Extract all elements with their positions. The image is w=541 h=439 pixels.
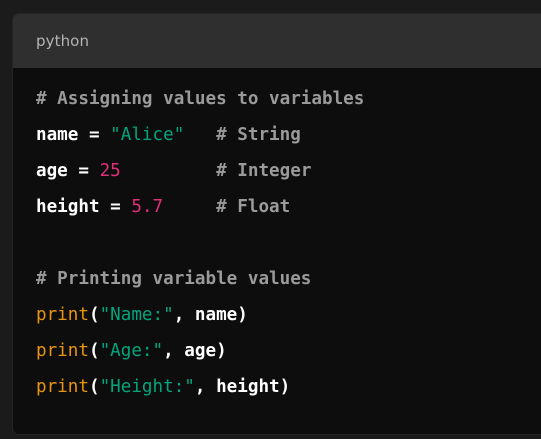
language-label: python [36, 32, 90, 50]
code-token-builtin: print [36, 305, 89, 325]
code-line: height = 5.7 # Float [36, 196, 290, 218]
code-token-op: = [78, 125, 111, 145]
code-token-punct: ( [88, 305, 100, 325]
code-token-builtin: print [36, 341, 89, 361]
code-token-op: = [99, 197, 132, 217]
code-line: age = 25 # Integer [36, 160, 311, 182]
code-token-comment: # Assigning values to variables [36, 89, 365, 109]
code-line: print("Height:", height) [36, 376, 290, 398]
code-line: name = "Alice" # String [36, 124, 301, 146]
code-token-string: "Age:" [99, 341, 164, 361]
code-token-punct: ( [88, 377, 100, 397]
code-token-punct: , name) [173, 305, 248, 325]
code-token-ident: name [36, 125, 79, 145]
code-token-string: "Height:" [99, 377, 195, 397]
code-token-ident: age [36, 161, 68, 181]
code-token-comment: # Float [216, 197, 291, 217]
code-token-number: 25 [99, 161, 121, 181]
code-block-header: python [13, 14, 541, 68]
code-token-number: 5.7 [131, 197, 164, 217]
code-token-op: = [67, 161, 100, 181]
code-line: print("Age:", age) [36, 340, 227, 362]
code-token-punct: , age) [163, 341, 227, 361]
code-token-string: "Name:" [99, 305, 174, 325]
code-token-builtin: print [36, 377, 89, 397]
code-block: python # Assigning values to variables na… [12, 13, 541, 435]
code-token-op [121, 161, 216, 181]
code-token-punct: ( [88, 341, 100, 361]
code-line: # Printing variable values [36, 268, 311, 290]
code-token-op [184, 125, 216, 145]
code-token-comment: # Printing variable values [36, 269, 312, 289]
code-token-op [163, 197, 216, 217]
code-line: print("Name:", name) [36, 304, 248, 326]
code-token-string: "Alice" [110, 125, 185, 145]
code-token-punct: , height) [194, 377, 291, 397]
code-token-comment: # Integer [216, 161, 312, 181]
code-token-ident: height [36, 197, 100, 217]
code-token-comment: # String [216, 125, 301, 145]
code-line: # Assigning values to variables [36, 88, 364, 110]
